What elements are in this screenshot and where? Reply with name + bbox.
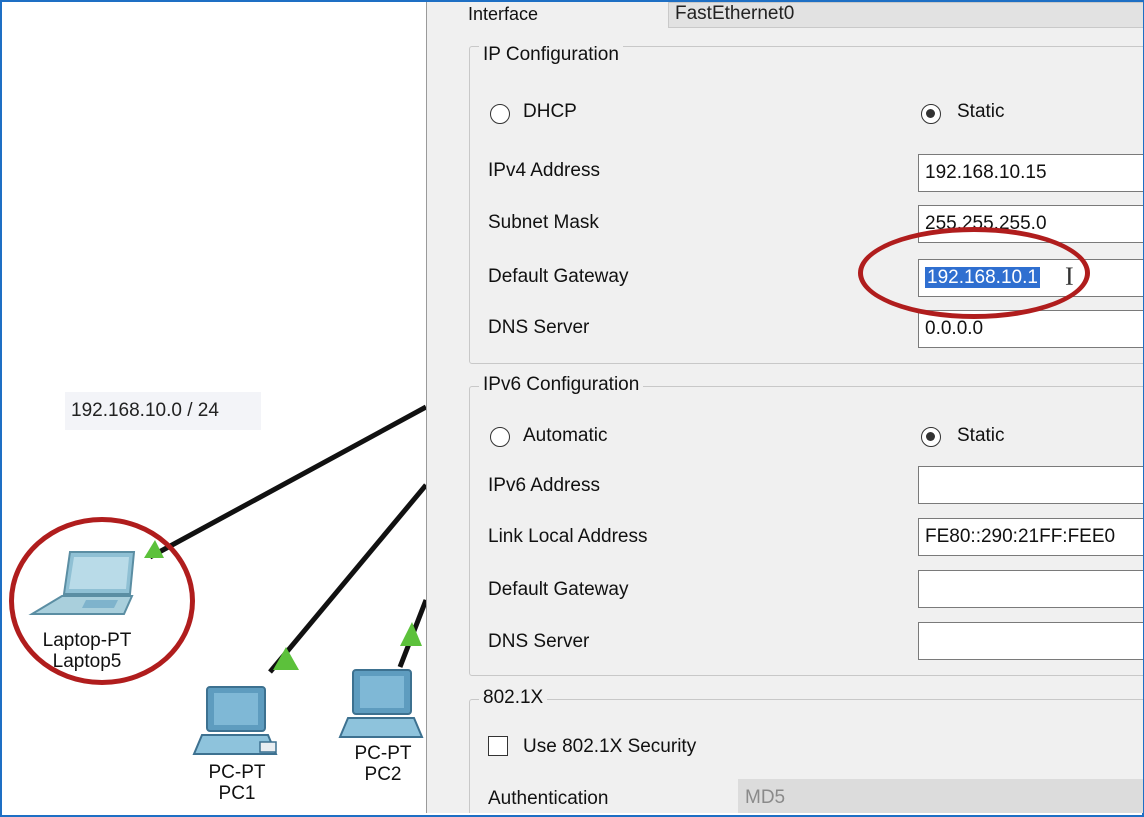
pc1-label[interactable]: PC-PT PC1 — [187, 762, 287, 804]
dhcp-label[interactable]: DHCP — [523, 101, 577, 123]
pc2-model: PC-PT — [354, 743, 412, 764]
ipv6-address-label: IPv6 Address — [488, 475, 600, 496]
link-local-address-label: Link Local Address — [488, 526, 648, 547]
ipv4-address-input[interactable]: 192.168.10.15 — [918, 154, 1143, 192]
ipv4-dns-server-input[interactable]: 0.0.0.0 — [918, 310, 1143, 348]
pc2-label[interactable]: PC-PT PC2 — [340, 743, 426, 785]
laptop-icon — [28, 551, 136, 615]
authentication-label: Authentication — [488, 788, 609, 809]
interface-field[interactable]: FastEthernet0 — [668, 2, 1143, 28]
automatic-radio[interactable] — [490, 427, 510, 447]
laptop5-label[interactable]: Laptop-PT Laptop5 — [32, 630, 142, 672]
dhcp-radio[interactable] — [490, 104, 510, 124]
ipv4-dns-server-label: DNS Server — [488, 317, 590, 338]
use-8021x-label[interactable]: Use 802.1X Security — [523, 736, 696, 758]
ipv4-default-gateway-label: Default Gateway — [488, 266, 629, 287]
subnet-mask-input[interactable]: 255.255.255.0 — [918, 205, 1143, 243]
link-local-address-input[interactable]: FE80::290:21FF:FEE0 — [918, 518, 1143, 556]
ipv4-static-radio[interactable] — [921, 104, 941, 124]
ipv6-address-input[interactable] — [918, 466, 1143, 504]
ipv4-default-gateway-input[interactable]: 192.168.10.1 Ι — [918, 259, 1143, 297]
ipv4-address-label: IPv4 Address — [488, 160, 600, 181]
ipv6-default-gateway-input[interactable] — [918, 570, 1143, 608]
ipv6-static-label[interactable]: Static — [957, 425, 1005, 447]
link-light-pc1 — [273, 647, 299, 670]
default-gateway-selected-text: 192.168.10.1 — [925, 267, 1040, 288]
ipv6-static-radio[interactable] — [921, 427, 941, 447]
pc2-icon — [338, 669, 424, 738]
ipv4-static-label[interactable]: Static — [957, 101, 1005, 123]
text-cursor-icon: Ι — [1065, 262, 1074, 291]
subnet-mask-label: Subnet Mask — [488, 212, 599, 233]
ipv6-default-gateway-label: Default Gateway — [488, 579, 629, 600]
ipv4-config-title: IP Configuration — [479, 44, 623, 66]
network-label: 192.168.10.0 / 24 — [65, 392, 261, 430]
interface-label: Interface — [468, 4, 539, 24]
authentication-select[interactable]: MD5 — [738, 779, 1143, 813]
dot1x-title: 802.1X — [479, 687, 548, 709]
ipv6-dns-server-input[interactable] — [918, 622, 1143, 660]
laptop5-model: Laptop-PT — [42, 630, 132, 651]
laptop5-name: Laptop5 — [52, 651, 122, 672]
pc1-model: PC-PT — [208, 762, 266, 783]
automatic-label[interactable]: Automatic — [523, 425, 607, 447]
topology-canvas[interactable]: 192.168.10.0 / 24 Laptop-PT Laptop5 PC-P… — [2, 2, 426, 813]
use-8021x-checkbox[interactable] — [488, 736, 508, 756]
pc2-name: PC2 — [364, 764, 402, 785]
ipv6-dns-server-label: DNS Server — [488, 631, 590, 652]
ipv6-config-title: IPv6 Configuration — [479, 374, 644, 396]
pc1-name: PC1 — [218, 783, 256, 804]
interface-config-panel: Interface FastEthernet0 IP Configuration… — [426, 2, 1143, 813]
pc1-icon — [192, 686, 278, 755]
